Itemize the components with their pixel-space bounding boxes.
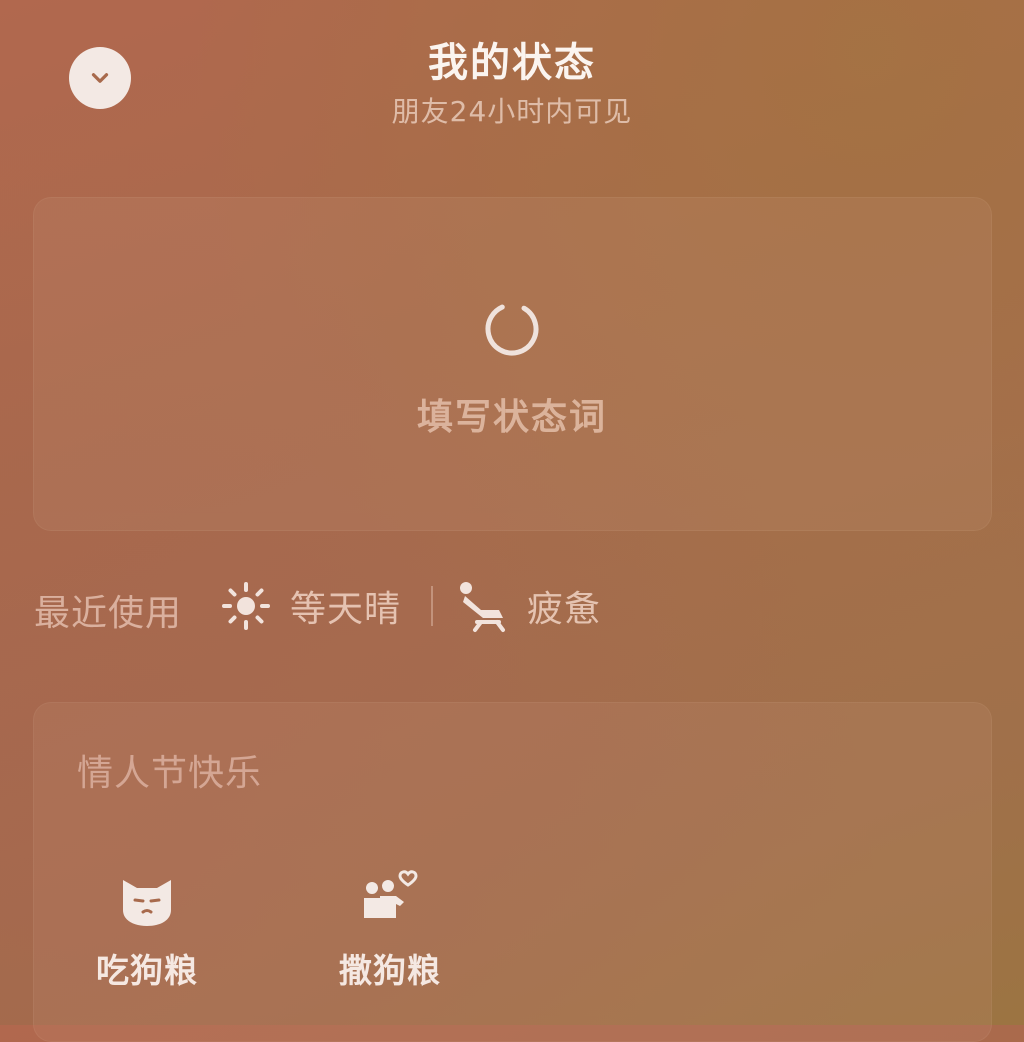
page-title: 我的状态 xyxy=(428,40,596,86)
recent-label: 最近使用 xyxy=(34,593,183,634)
status-item-eat-dog-food[interactable]: 吃狗粮 xyxy=(67,866,227,992)
recent-item-waiting-sunny[interactable]: 等天晴 xyxy=(218,578,401,634)
reclining-person-icon xyxy=(460,582,505,632)
status-input-card[interactable] xyxy=(33,197,992,531)
recent-item-tired[interactable]: 疲惫 xyxy=(455,578,601,634)
status-input-placeholder: 填写状态词 xyxy=(416,397,607,438)
cat-face-icon xyxy=(123,880,171,926)
divider xyxy=(431,586,433,626)
loading-spinner-icon xyxy=(485,302,539,356)
page-subtitle: 朋友24小时内可见 xyxy=(391,95,633,128)
sun-icon xyxy=(222,582,270,630)
couple-heart-icon xyxy=(364,870,418,918)
status-item-label: 吃狗粮 xyxy=(96,951,198,990)
status-item-label: 撒狗粮 xyxy=(339,951,441,990)
status-item-share-dog-food[interactable]: 撒狗粮 xyxy=(310,866,470,992)
recent-item-label: 疲惫 xyxy=(527,589,602,630)
theme-section-title: 情人节快乐 xyxy=(77,753,263,794)
recent-item-label: 等天晴 xyxy=(290,589,402,630)
